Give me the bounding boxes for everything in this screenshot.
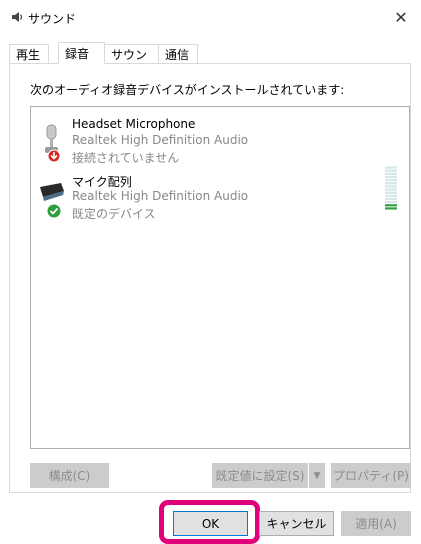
speaker-icon [12, 12, 23, 22]
level-meter-segment [385, 191, 397, 194]
window-title: サウンド [28, 12, 77, 26]
cancel-button[interactable]: キャンセル [259, 511, 334, 536]
instruction-text: 次のオーディオ録音デバイスがインストールされています: [30, 83, 345, 97]
title-bar: サウンド ✕ [0, 0, 421, 34]
configure-button[interactable]: 構成(C) [30, 463, 109, 488]
level-meter-segment [385, 172, 397, 175]
device-status: 既定のデバイス [72, 207, 156, 221]
set-default-button[interactable]: 既定値に設定(S) [212, 463, 308, 488]
tab-bar: 再生 録音 サウンド 通信 [0, 42, 421, 82]
device-name: Headset Microphone [72, 117, 196, 131]
device-item-headset[interactable]: Headset Microphone Realtek High Definiti… [31, 113, 409, 169]
device-status: 接続されていません [72, 151, 180, 165]
level-meter-segment [385, 197, 397, 201]
tab-recording[interactable]: 録音 [58, 42, 105, 64]
device-driver: Realtek High Definition Audio [72, 189, 249, 203]
level-meter-segment [385, 169, 397, 172]
tab-playback[interactable]: 再生 [9, 44, 49, 64]
level-meter-segment [385, 207, 397, 210]
level-meter [385, 166, 397, 210]
tab-communications[interactable]: 通信 [158, 44, 198, 64]
apply-button[interactable]: 適用(A) [341, 511, 411, 536]
level-meter-segment [385, 179, 397, 182]
properties-button[interactable]: プロパティ(P) [331, 463, 411, 488]
close-button[interactable]: ✕ [381, 0, 421, 34]
level-meter-segment [385, 204, 397, 207]
level-meter-segment [385, 188, 397, 191]
level-meter-segment [385, 194, 397, 197]
set-default-dropdown[interactable]: ▼ [309, 463, 325, 488]
level-meter-segment [385, 166, 397, 169]
headset-microphone-icon [45, 124, 61, 163]
device-item-mic-array[interactable]: マイク配列 Realtek High Definition Audio 既定のデ… [31, 169, 409, 225]
chevron-down-icon: ▼ [313, 470, 321, 481]
level-meter-segment [385, 182, 397, 185]
level-meter-segment [385, 185, 397, 188]
ok-button[interactable]: OK [173, 511, 248, 536]
microphone-array-icon [40, 183, 64, 219]
tab-sounds[interactable]: サウンド [104, 44, 159, 82]
level-meter-segment [385, 175, 397, 179]
device-driver: Realtek High Definition Audio [72, 133, 249, 147]
close-icon: ✕ [394, 7, 408, 27]
device-list[interactable]: Headset Microphone Realtek High Definiti… [30, 106, 410, 449]
device-name: マイク配列 [72, 175, 132, 189]
level-meter-segment [385, 201, 397, 204]
